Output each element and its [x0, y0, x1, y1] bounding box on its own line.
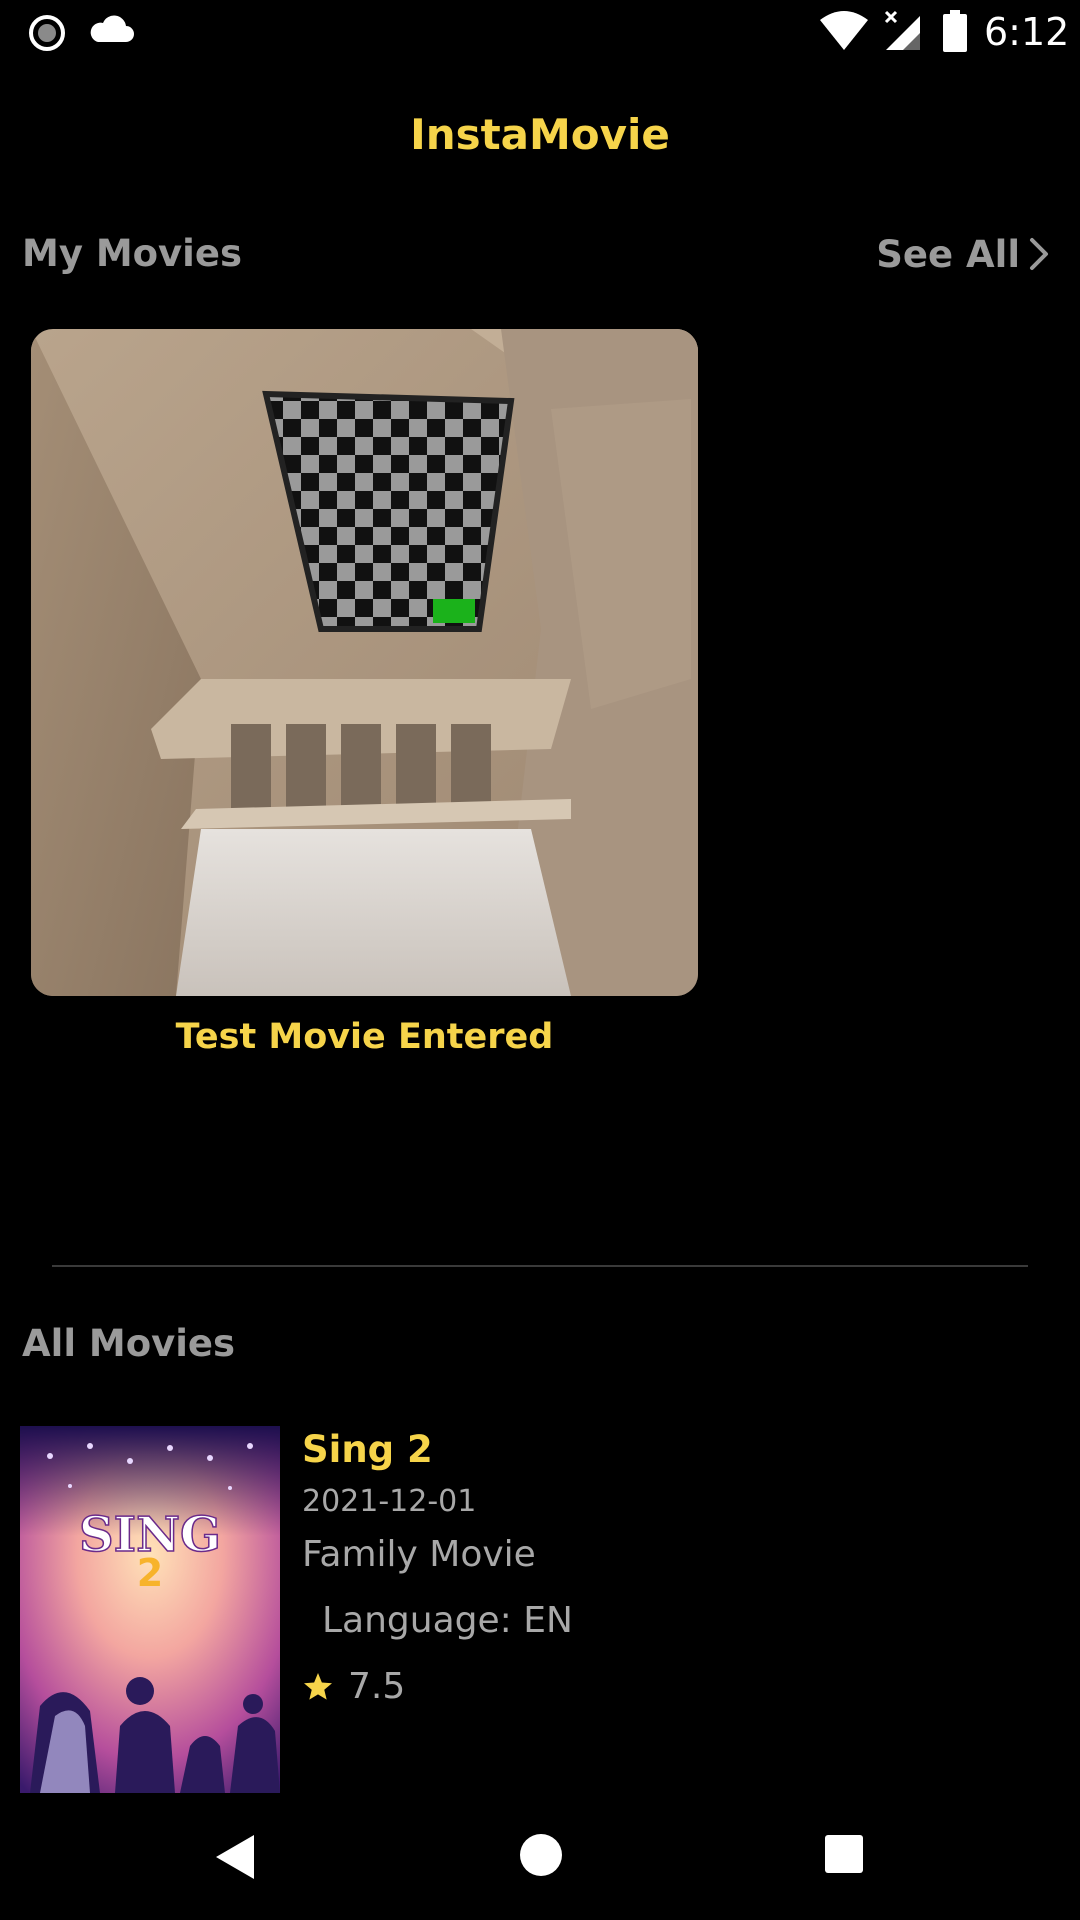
chevron-right-icon	[1030, 238, 1048, 270]
star-icon	[304, 1673, 332, 1700]
home-icon[interactable]	[518, 1832, 564, 1878]
battery-icon	[943, 10, 967, 52]
recents-icon[interactable]	[824, 1834, 864, 1874]
my-movie-card[interactable]: Test Movie Entered	[31, 329, 698, 1060]
movie-rating-value: 7.5	[348, 1666, 406, 1707]
movie-card-title: Test Movie Entered	[175, 1017, 554, 1057]
movie-language: Language: EN	[322, 1600, 573, 1641]
wifi-icon	[820, 11, 868, 50]
movie-genre: Family Movie	[302, 1534, 536, 1575]
movie-thumbnail	[31, 329, 698, 996]
cloud-icon	[90, 15, 134, 42]
all-movies-title: All Movies	[22, 1322, 236, 1365]
navigation-bar	[0, 1792, 1080, 1920]
signal-icon	[884, 10, 920, 50]
status-bar: 6:12	[0, 0, 1080, 64]
movie-list-item[interactable]: SING 2 Sing 2 2021-12-01 Family Movie La…	[20, 1426, 1060, 1796]
divider	[52, 1265, 1028, 1267]
back-icon[interactable]	[212, 1832, 258, 1882]
see-all-label: See All	[876, 232, 1020, 276]
poster-number: 2	[137, 1551, 163, 1595]
record-icon	[29, 15, 65, 51]
movie-poster: SING 2	[20, 1426, 280, 1793]
my-movies-title: My Movies	[22, 232, 242, 275]
app-title: InstaMovie	[410, 110, 670, 159]
status-time: 6:12	[984, 10, 1070, 54]
movie-title: Sing 2	[302, 1428, 433, 1471]
movie-rating: 7.5	[302, 1664, 405, 1710]
movie-release-date: 2021-12-01	[302, 1484, 477, 1519]
see-all-button[interactable]: See All	[876, 230, 1050, 278]
